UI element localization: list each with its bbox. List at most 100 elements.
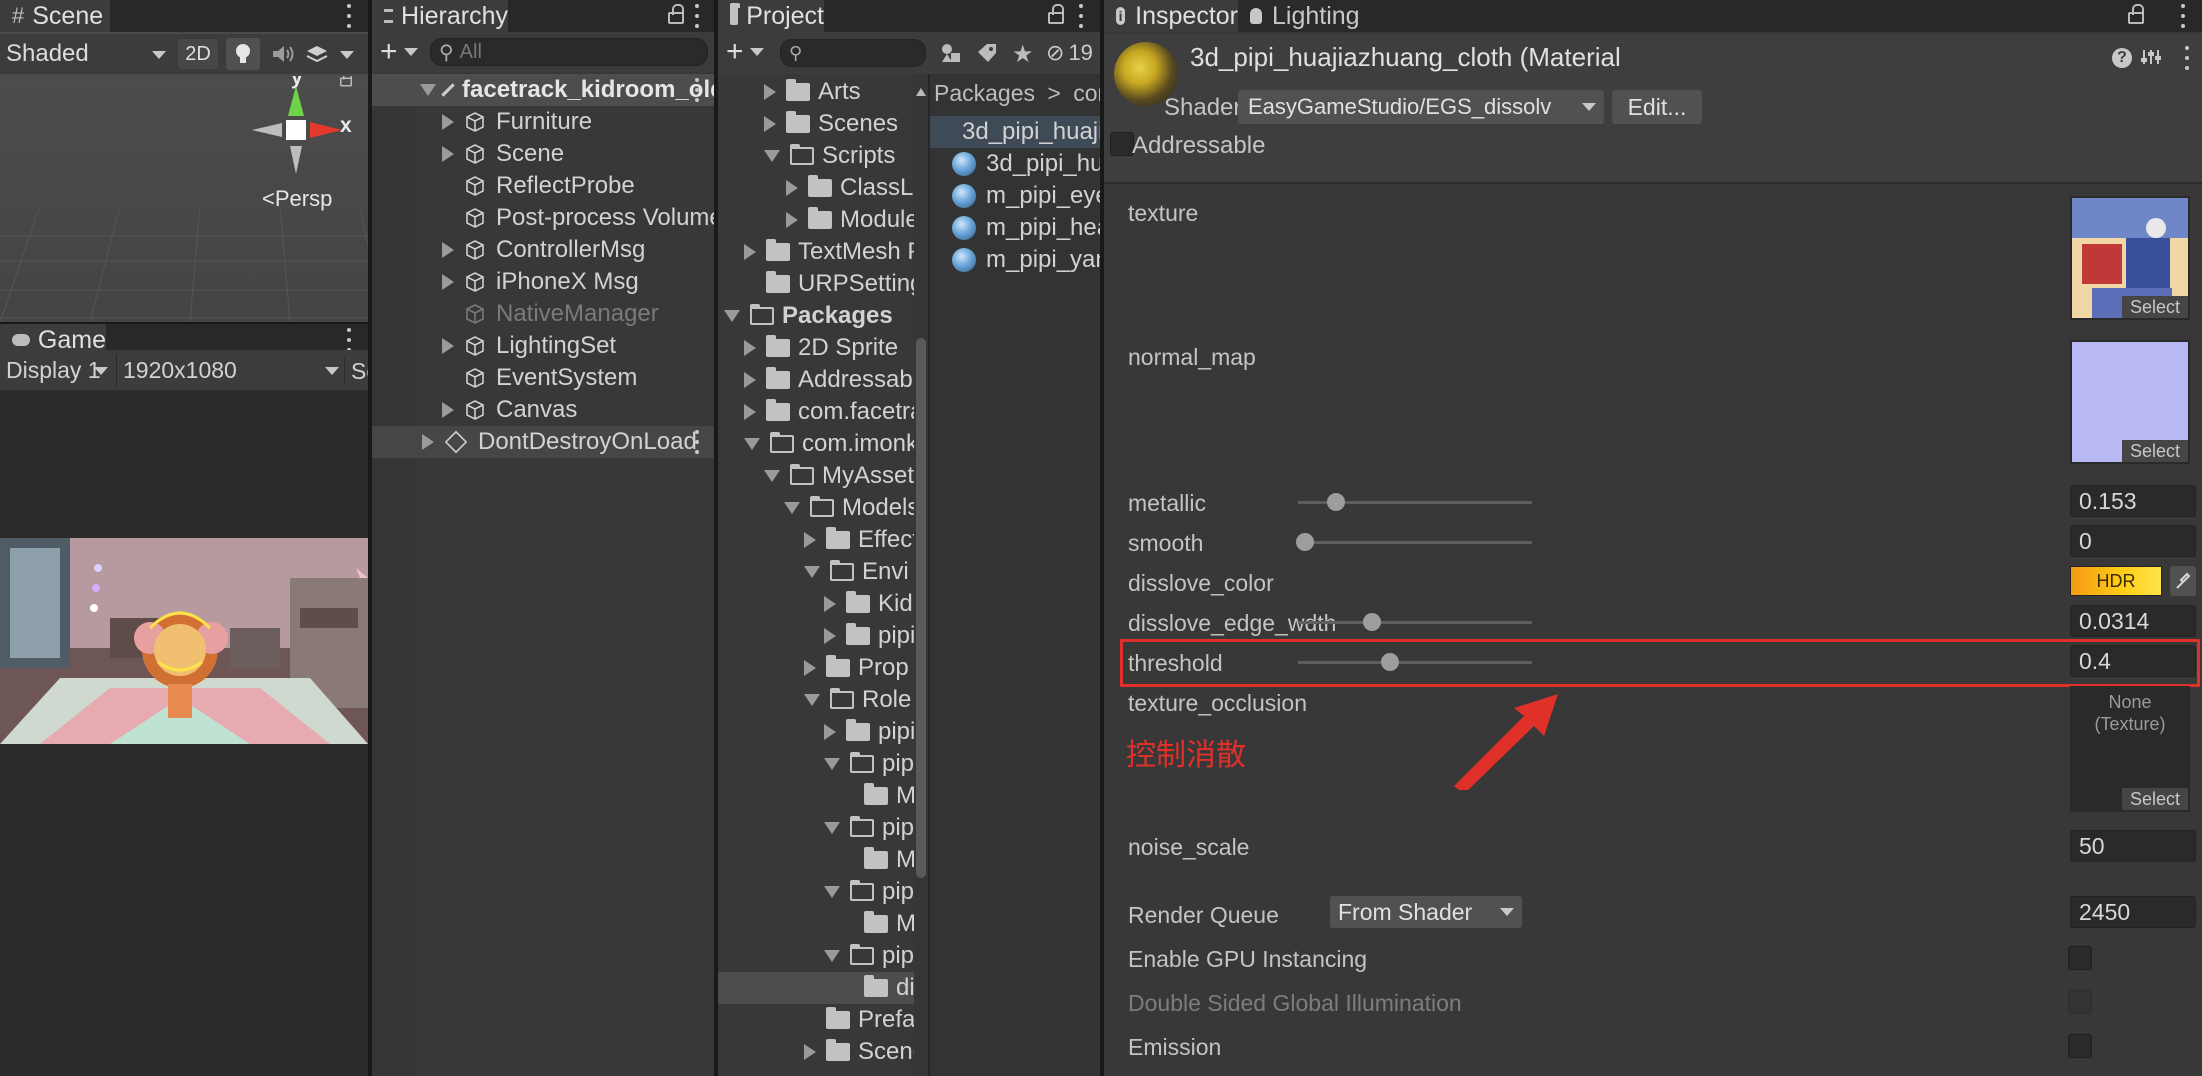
toggle-2d-button[interactable]: 2D [178,39,218,69]
scene-root-menu-icon[interactable] [694,78,700,102]
collapse-arrow-icon[interactable] [824,950,840,962]
expand-arrow-icon[interactable] [764,116,776,132]
preset-icon[interactable] [2140,46,2162,68]
orientation-gizmo-icon[interactable] [248,82,344,178]
shading-mode-dropdown[interactable]: Shaded [6,38,170,70]
file-item[interactable]: 3d_pipi_huajiaz [952,148,1100,180]
edge-slider-track[interactable] [1298,621,1532,624]
filter-by-label-icon[interactable] [976,42,998,64]
help-icon[interactable]: ? [2112,48,2132,68]
folder-item[interactable]: Arts [764,76,861,108]
folder-item[interactable]: Addressables [744,364,928,396]
chevron-down-icon[interactable] [340,51,354,59]
texture-select-button[interactable]: Select [2122,296,2188,318]
scale-label[interactable]: Sc [344,358,368,385]
noise-scale-field[interactable]: 50 [2070,830,2196,862]
collapse-arrow-icon[interactable] [764,470,780,482]
hierarchy-item[interactable]: Canvas [442,394,577,426]
tab-lighting[interactable]: Lighting [1238,0,1366,32]
hierarchy-dont-destroy[interactable]: DontDestroyOnLoad [372,426,714,458]
tab-scene[interactable]: # Scene [0,0,110,32]
folder-item[interactable]: pipi_ji [824,812,928,844]
render-queue-field[interactable]: 2450 [2070,896,2196,928]
expand-arrow-icon[interactable] [442,274,454,290]
hierarchy-item[interactable]: iPhoneX Msg [442,266,639,298]
game-viewport[interactable] [0,538,368,744]
expand-arrow-icon[interactable] [442,242,454,258]
folder-item[interactable]: pipi_n [824,876,928,908]
expand-arrow-icon[interactable] [422,434,434,450]
folder-item[interactable]: com.facetrack.p [744,396,928,428]
collapse-arrow-icon[interactable] [824,758,840,770]
folder-item[interactable]: com.imonkey.re [744,428,928,460]
folder-item[interactable]: Packages [724,300,893,332]
hierarchy-item[interactable]: Furniture [442,106,592,138]
expand-arrow-icon[interactable] [744,244,756,260]
folder-item-selected[interactable]: dis [718,972,928,1004]
hierarchy-item[interactable]: ControllerMsg [442,234,645,266]
collapse-arrow-icon[interactable] [824,886,840,898]
normal-map-select-button[interactable]: Select [2122,440,2188,462]
expand-arrow-icon[interactable] [420,84,436,96]
expand-arrow-icon[interactable] [744,372,756,388]
expand-arrow-icon[interactable] [804,1044,816,1060]
tab-inspector[interactable]: i Inspector [1104,0,1238,32]
hierarchy-item-disabled[interactable]: NativeManager [464,298,659,330]
expand-arrow-icon[interactable] [804,660,816,676]
addressable-checkbox[interactable] [1110,132,1134,156]
edge-slider-knob[interactable] [1363,613,1381,631]
dont-destroy-menu-icon[interactable] [694,430,700,454]
collapse-arrow-icon[interactable] [764,150,780,162]
edge-value-field[interactable]: 0.0314 [2070,605,2196,637]
gpu-instancing-checkbox[interactable] [2068,946,2092,970]
project-menu-icon[interactable] [1078,4,1084,28]
smooth-value-field[interactable]: 0 [2070,525,2196,557]
expand-arrow-icon[interactable] [442,338,454,354]
component-menu-icon[interactable] [2184,46,2190,70]
display-dropdown[interactable]: Display 1 [6,354,110,386]
audio-toggle-icon[interactable] [266,38,300,70]
expand-arrow-icon[interactable] [824,724,836,740]
projection-label[interactable]: <Persp [262,186,332,212]
folder-item[interactable]: Scripts [764,140,895,172]
folder-item[interactable]: MyAssets [764,460,926,492]
occlusion-slot[interactable]: None (Texture) Select [2070,686,2190,812]
folder-item[interactable]: Envi [804,556,909,588]
expand-arrow-icon[interactable] [804,532,816,548]
lock-icon[interactable] [668,4,684,24]
folder-item[interactable]: pipi_fa [824,716,928,748]
expand-arrow-icon[interactable] [824,628,836,644]
favorite-icon[interactable]: ★ [1012,40,1034,69]
smooth-slider-track[interactable] [1298,541,1532,544]
folder-item[interactable]: Models [784,492,919,524]
hierarchy-menu-icon[interactable] [694,4,700,28]
game-menu-icon[interactable] [346,328,352,352]
metallic-value-field[interactable]: 0.153 [2070,485,2196,517]
collapse-arrow-icon[interactable] [784,502,800,514]
tab-hierarchy[interactable]: Hierarchy [372,0,508,32]
file-item[interactable]: m_pipi_yanjingt [952,244,1100,276]
folder-item[interactable]: Scenes [764,108,898,140]
tree-scrollbar[interactable] [914,74,928,1076]
hierarchy-item[interactable]: EventSystem [464,362,637,394]
folder-item[interactable]: Scenes [804,1036,928,1068]
filter-by-type-icon[interactable] [940,42,962,64]
hierarchy-search-input[interactable]: ⚲ All [430,38,708,66]
expand-arrow-icon[interactable] [744,340,756,356]
scrollbar-thumb[interactable] [916,338,926,878]
folder-item[interactable]: pipi_h [824,620,928,652]
texture-slot[interactable]: Select [2070,196,2190,320]
scene-menu-icon[interactable] [346,4,352,28]
expand-arrow-icon[interactable] [442,402,454,418]
expand-arrow-icon[interactable] [442,114,454,130]
folder-item[interactable]: Prop [804,652,909,684]
hierarchy-item[interactable]: ReflectProbe [464,170,635,202]
inspector-menu-icon[interactable] [2180,4,2186,28]
folder-item[interactable]: pipi_h [824,748,928,780]
collapse-arrow-icon[interactable] [804,566,820,578]
normal-map-slot[interactable]: Select [2070,340,2190,464]
collapse-arrow-icon[interactable] [804,694,820,706]
folder-item[interactable]: Prefabs [804,1004,928,1036]
folder-item[interactable]: Modules [786,204,928,236]
expand-arrow-icon[interactable] [764,84,776,100]
